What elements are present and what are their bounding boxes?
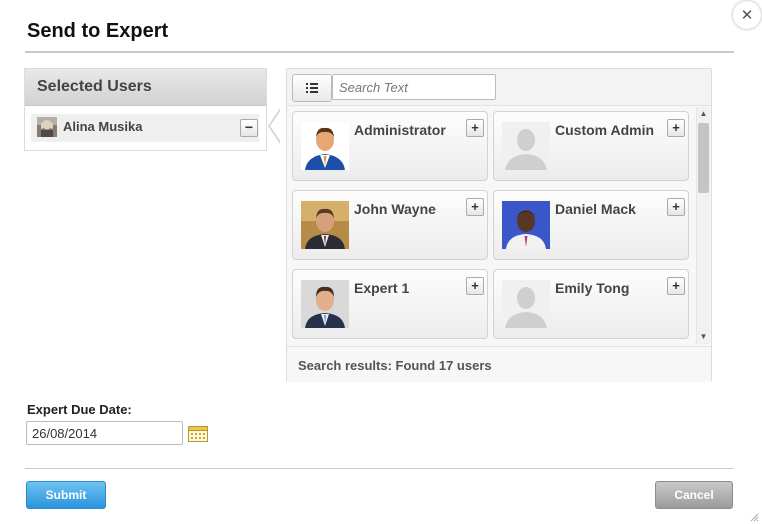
selected-users-panel: Selected Users Alina Musika −: [24, 68, 267, 151]
default-avatar-icon: [502, 122, 550, 170]
add-user-button[interactable]: +: [667, 198, 685, 216]
user-photo: [301, 201, 349, 249]
user-card[interactable]: Custom Admin +: [493, 111, 689, 181]
user-photo: [301, 280, 349, 328]
results-scrollbar[interactable]: ▲ ▼: [696, 107, 710, 344]
due-date-label: Expert Due Date:: [27, 402, 132, 417]
dialog-title: Send to Expert: [27, 20, 169, 42]
default-avatar-icon: [502, 280, 550, 328]
panel-pointer-fill: [270, 110, 281, 142]
list-view-button[interactable]: [292, 74, 332, 102]
resize-grip-icon[interactable]: [749, 512, 759, 522]
footer-divider: [25, 468, 734, 469]
user-card[interactable]: Daniel Mack +: [493, 190, 689, 260]
close-button[interactable]: ✕: [733, 1, 761, 29]
user-photo: [301, 122, 349, 170]
user-card[interactable]: Expert 1 +: [292, 269, 488, 339]
add-user-button[interactable]: +: [466, 119, 484, 137]
calendar-icon[interactable]: [188, 425, 208, 442]
scroll-down-arrow-icon[interactable]: ▼: [697, 332, 710, 342]
add-user-button[interactable]: +: [466, 198, 484, 216]
user-avatar: [37, 117, 57, 137]
user-name: Administrator: [354, 122, 446, 138]
selected-user-name: Alina Musika: [63, 119, 143, 134]
user-card[interactable]: John Wayne +: [292, 190, 488, 260]
user-name: Daniel Mack: [555, 201, 636, 217]
scroll-up-arrow-icon[interactable]: ▲: [697, 109, 710, 119]
user-name: Custom Admin: [555, 122, 655, 138]
user-name: John Wayne: [354, 201, 436, 217]
user-photo: [502, 201, 550, 249]
scroll-thumb[interactable]: [698, 123, 709, 193]
add-user-button[interactable]: +: [667, 277, 685, 295]
add-user-button[interactable]: +: [667, 119, 685, 137]
results-count: Search results: Found 17 users: [298, 358, 492, 373]
add-user-button[interactable]: +: [466, 277, 484, 295]
selected-users-header: Selected Users: [25, 69, 266, 106]
user-card[interactable]: Emily Tong +: [493, 269, 689, 339]
selected-user-item: Alina Musika −: [31, 114, 259, 142]
submit-button[interactable]: Submit: [26, 481, 106, 509]
close-icon: ✕: [740, 6, 754, 24]
search-input[interactable]: [332, 74, 496, 100]
results-footer: Search results: Found 17 users: [287, 346, 711, 382]
user-name: Emily Tong: [555, 280, 630, 296]
user-search-panel: Administrator + Custom Admin +: [286, 68, 712, 382]
user-name: Expert 1: [354, 280, 410, 296]
list-icon: [306, 83, 318, 93]
cancel-button[interactable]: Cancel: [655, 481, 733, 509]
search-toolbar: [287, 69, 711, 106]
user-card[interactable]: Administrator +: [292, 111, 488, 181]
remove-user-button[interactable]: −: [240, 119, 258, 137]
due-date-input[interactable]: [26, 421, 183, 445]
title-divider: [25, 51, 734, 53]
user-results-grid: Administrator + Custom Admin + John Wayn…: [287, 106, 695, 345]
